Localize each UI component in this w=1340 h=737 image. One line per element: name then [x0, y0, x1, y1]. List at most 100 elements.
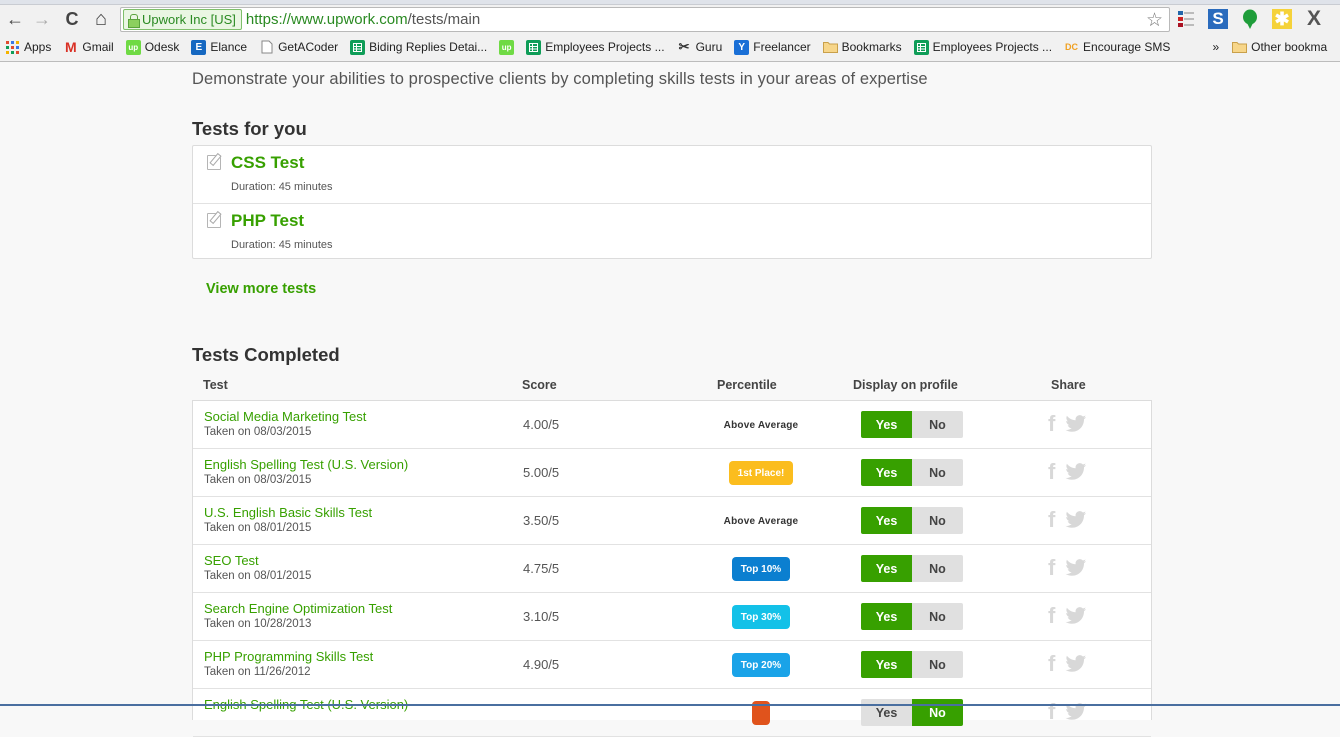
facebook-icon[interactable]: f: [1048, 509, 1055, 531]
yellow-star-icon[interactable]: ✱: [1272, 9, 1292, 29]
toggle-no-button[interactable]: No: [912, 507, 963, 534]
dc-icon: DC: [1065, 42, 1079, 52]
percentile-cell: Above Average: [713, 497, 809, 545]
bookmarks-bar: Apps M Gmail up Odesk E Elance GetACoder Biding …: [0, 36, 1340, 58]
twitter-icon[interactable]: [1065, 414, 1087, 434]
percentile-cell: Above Average: [713, 401, 809, 449]
test-name-link[interactable]: U.S. English Basic Skills Test: [204, 505, 372, 520]
tests-for-you-heading: Tests for you: [192, 118, 307, 139]
table-row: SEO Test Taken on 08/01/2015 4.75/5 Top 10%…: [193, 545, 1151, 593]
percentile-badge: Top 10%: [731, 557, 791, 581]
display-on-profile-toggle[interactable]: Yes No: [861, 507, 963, 534]
bookmark-item[interactable]: up Odesk: [125, 39, 180, 55]
s-ext-icon[interactable]: S: [1208, 9, 1228, 29]
display-on-profile-toggle[interactable]: Yes No: [861, 459, 963, 486]
back-arrow-icon[interactable]: ←: [4, 8, 26, 30]
bookmark-label: Gmail: [82, 40, 114, 54]
twitter-icon[interactable]: [1065, 558, 1087, 578]
test-score: 4.75/5: [523, 561, 560, 576]
bookmark-label: Bookmarks: [841, 40, 902, 54]
bookmark-label: Other bookma: [1251, 40, 1328, 54]
test-name-link[interactable]: SEO Test: [204, 553, 259, 568]
test-name-link[interactable]: Social Media Marketing Test: [204, 409, 366, 424]
bookmark-item[interactable]: Y Freelancer: [734, 39, 811, 55]
forward-arrow-icon[interactable]: →: [31, 8, 53, 30]
display-on-profile-toggle[interactable]: Yes No: [861, 651, 963, 678]
intro-text: Demonstrate your abilities to prospectiv…: [192, 70, 928, 88]
list-ext-icon[interactable]: [1176, 9, 1196, 29]
twitter-icon[interactable]: [1065, 606, 1087, 626]
reload-icon[interactable]: C: [61, 8, 83, 30]
apps-grid-icon: [5, 40, 20, 55]
bookmark-item[interactable]: Apps: [5, 40, 51, 55]
facebook-icon[interactable]: f: [1048, 605, 1055, 627]
bookmark-item[interactable]: up: [499, 39, 515, 55]
test-title-link[interactable]: CSS Test: [231, 153, 304, 173]
toggle-no-button[interactable]: No: [912, 459, 963, 486]
percentile-badge: Top 30%: [731, 605, 791, 629]
bookmark-item[interactable]: Employees Projects ...: [526, 39, 665, 55]
test-name-link[interactable]: PHP Programming Skills Test: [204, 649, 373, 664]
bookmark-item[interactable]: DC Encourage SMS: [1064, 40, 1170, 55]
bookmark-label: Odesk: [144, 40, 180, 54]
bookmark-label: Employees Projects ...: [932, 40, 1053, 54]
elance-icon: E: [191, 39, 207, 55]
x-ext-icon[interactable]: X: [1304, 7, 1324, 30]
bookmarks-overflow-chevron-icon[interactable]: »: [1212, 40, 1219, 54]
toggle-no-button[interactable]: No: [912, 411, 963, 438]
bookmark-star-icon[interactable]: ☆: [1146, 9, 1163, 32]
twitter-icon[interactable]: [1065, 654, 1087, 674]
test-name-link[interactable]: Search Engine Optimization Test: [204, 601, 392, 616]
toggle-yes-button[interactable]: Yes: [861, 651, 912, 678]
green-drop-icon[interactable]: [1240, 9, 1260, 29]
test-score: 3.50/5: [523, 513, 560, 528]
toggle-yes-button[interactable]: Yes: [861, 507, 912, 534]
facebook-icon[interactable]: f: [1048, 557, 1055, 579]
bookmark-item[interactable]: GetACoder: [259, 40, 338, 55]
test-name-link[interactable]: English Spelling Test (U.S. Version): [204, 457, 408, 472]
percentile-cell: Top 10%: [713, 545, 809, 593]
view-more-tests-link[interactable]: View more tests: [206, 281, 316, 297]
toggle-yes-button[interactable]: Yes: [861, 411, 912, 438]
address-bar[interactable]: Upwork Inc [US] https://www.upwork.com/t…: [120, 7, 1170, 32]
toggle-no-button[interactable]: No: [912, 603, 963, 630]
test-duration: Duration: 45 minutes: [231, 239, 333, 251]
toggle-yes-button[interactable]: Yes: [861, 459, 912, 486]
other-bookmarks-folder[interactable]: Other bookma: [1232, 40, 1327, 55]
table-row: Social Media Marketing Test Taken on 08/0…: [193, 401, 1151, 449]
facebook-icon[interactable]: f: [1048, 461, 1055, 483]
percentile-badge: Top 20%: [731, 653, 791, 677]
display-on-profile-toggle[interactable]: Yes No: [861, 603, 963, 630]
ev-certificate-badge[interactable]: Upwork Inc [US]: [123, 9, 242, 30]
table-row: PHP Programming Skills Test Taken on 11/2…: [193, 641, 1151, 689]
gmail-icon: M: [65, 39, 77, 55]
bookmark-item[interactable]: M Gmail: [63, 39, 114, 55]
column-header-share: Share: [1051, 378, 1086, 392]
toggle-no-button[interactable]: No: [912, 651, 963, 678]
bookmark-item[interactable]: Employees Projects ...: [913, 39, 1053, 55]
url-text[interactable]: https://www.upwork.com/tests/main: [246, 11, 480, 28]
taken-date: Taken on 08/01/2015: [204, 522, 312, 534]
display-on-profile-toggle[interactable]: Yes No: [861, 555, 963, 582]
percentile-cell: Top 20%: [713, 641, 809, 689]
bookmark-item[interactable]: Biding Replies Detai...: [350, 39, 487, 55]
twitter-icon[interactable]: [1065, 462, 1087, 482]
guru-icon: ✂: [678, 39, 690, 54]
bookmark-item[interactable]: E Elance: [191, 39, 247, 55]
completed-tests-table: Social Media Marketing Test Taken on 08/0…: [192, 400, 1152, 737]
toggle-yes-button[interactable]: Yes: [861, 603, 912, 630]
bookmark-item[interactable]: Bookmarks: [822, 40, 902, 55]
bookmark-item[interactable]: ✂ Guru: [677, 39, 723, 55]
table-row: English Spelling Test (U.S. Version) Take…: [193, 449, 1151, 497]
twitter-icon[interactable]: [1065, 510, 1087, 530]
facebook-icon[interactable]: f: [1048, 413, 1055, 435]
home-icon[interactable]: ⌂: [90, 8, 112, 30]
taken-date: Taken on 08/03/2015: [204, 474, 312, 486]
display-on-profile-toggle[interactable]: Yes No: [861, 411, 963, 438]
test-title-link[interactable]: PHP Test: [231, 211, 304, 231]
toggle-yes-button[interactable]: Yes: [861, 555, 912, 582]
test-duration: Duration: 45 minutes: [231, 181, 333, 193]
test-score: 4.90/5: [523, 657, 560, 672]
toggle-no-button[interactable]: No: [912, 555, 963, 582]
facebook-icon[interactable]: f: [1048, 653, 1055, 675]
